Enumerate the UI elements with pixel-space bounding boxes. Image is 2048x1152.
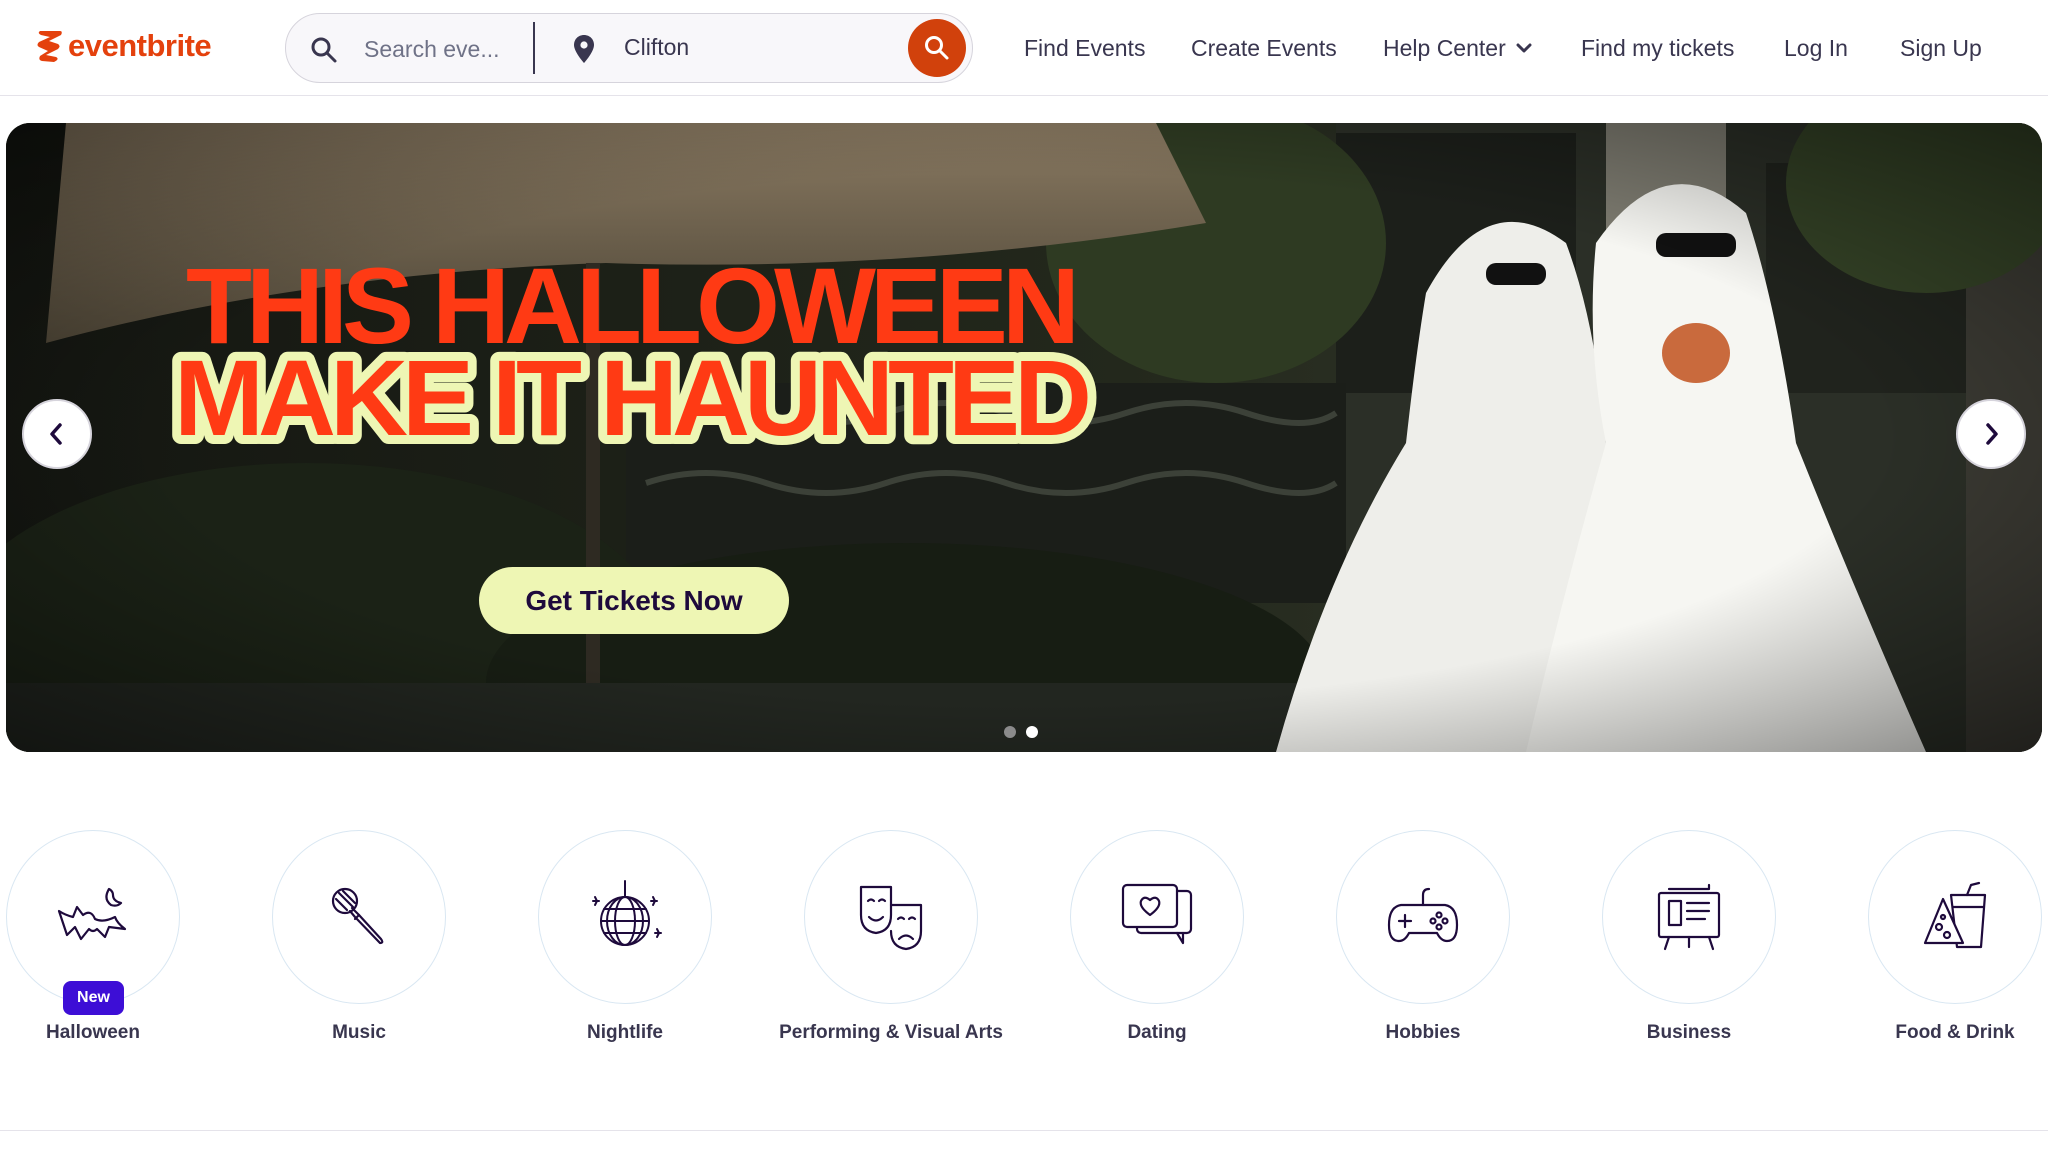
food-drink-icon (1923, 881, 1987, 949)
category-hobbies[interactable]: Hobbies (1303, 830, 1543, 1080)
disco-ball-icon (592, 880, 662, 946)
category-dating[interactable]: Dating (1037, 830, 1277, 1080)
carousel-next-button[interactable] (1956, 399, 2026, 469)
category-food-drink[interactable]: Food & Drink (1835, 830, 2048, 1080)
location-pin-icon (574, 35, 594, 63)
eventbrite-logo[interactable]: eventbrite (36, 26, 212, 66)
chevron-left-icon (50, 423, 62, 445)
nav-find-events[interactable]: Find Events (1024, 30, 1145, 66)
section-divider (0, 1130, 2048, 1131)
new-badge: New (63, 981, 124, 1015)
carousel-prev-button[interactable] (22, 399, 92, 469)
category-label: Business (1646, 1022, 1732, 1043)
search-input[interactable] (364, 32, 514, 66)
search-submit-button[interactable] (908, 19, 966, 77)
search-divider (533, 22, 535, 74)
category-label: Halloween (46, 1022, 140, 1043)
category-performing-visual-arts[interactable]: Performing & Visual Arts (771, 830, 1011, 1080)
bat-moon-icon (57, 887, 127, 941)
help-center-label: Help Center (1383, 34, 1506, 61)
category-circle[interactable] (538, 830, 712, 1004)
chevron-down-icon (1516, 43, 1532, 53)
headline-line-2: MAKE IT HAUNTED (174, 337, 1088, 458)
category-circle[interactable] (804, 830, 978, 1004)
category-circle[interactable] (1868, 830, 2042, 1004)
gamepad-icon (1387, 887, 1459, 943)
category-label: Dating (1127, 1022, 1187, 1043)
chat-heart-icon (1121, 883, 1193, 945)
presentation-board-icon (1657, 883, 1721, 951)
eventbrite-logo-icon (37, 31, 62, 62)
category-label: Hobbies (1385, 1022, 1461, 1043)
carousel-dot-1[interactable] (1004, 726, 1016, 738)
search-submit-icon (925, 36, 949, 60)
carousel-dots (1004, 726, 1038, 738)
category-business[interactable]: Business (1569, 830, 1809, 1080)
nav-log-in[interactable]: Log In (1784, 30, 1848, 66)
category-label: Food & Drink (1895, 1022, 2015, 1043)
category-label: Nightlife (587, 1022, 663, 1043)
category-label: Music (332, 1022, 386, 1043)
carousel-dot-2[interactable] (1026, 726, 1038, 738)
hero-carousel: THIS HALLOWEEN MAKE IT HAUNTED MAKE IT H… (6, 123, 2042, 752)
nav-find-my-tickets[interactable]: Find my tickets (1581, 30, 1734, 66)
category-label: Performing & Visual Arts (779, 1022, 1003, 1043)
nav-help-center[interactable]: Help Center (1383, 30, 1532, 66)
hero-headline: THIS HALLOWEEN MAKE IT HAUNTED MAKE IT H… (165, 245, 1103, 467)
microphone-icon (331, 887, 384, 945)
nav-create-events[interactable]: Create Events (1191, 30, 1337, 66)
site-header: eventbrite Clifton Find Events Create Ev… (0, 0, 2048, 96)
category-circle[interactable] (6, 830, 180, 1004)
search-icon (311, 37, 337, 63)
category-circle[interactable] (1336, 830, 1510, 1004)
category-music[interactable]: Music (239, 830, 479, 1080)
chevron-right-icon (1986, 423, 1998, 445)
location-input[interactable]: Clifton (624, 34, 689, 61)
get-tickets-button[interactable]: Get Tickets Now (479, 567, 789, 634)
search-bar: Clifton (285, 13, 973, 83)
theater-masks-icon (859, 885, 923, 951)
category-circle[interactable] (272, 830, 446, 1004)
nav-sign-up[interactable]: Sign Up (1900, 30, 1982, 66)
logo-wordmark: eventbrite (68, 28, 212, 63)
category-nightlife[interactable]: Nightlife (505, 830, 745, 1080)
category-halloween[interactable]: Halloween (0, 830, 213, 1080)
category-circle[interactable] (1070, 830, 1244, 1004)
category-circle[interactable] (1602, 830, 1776, 1004)
